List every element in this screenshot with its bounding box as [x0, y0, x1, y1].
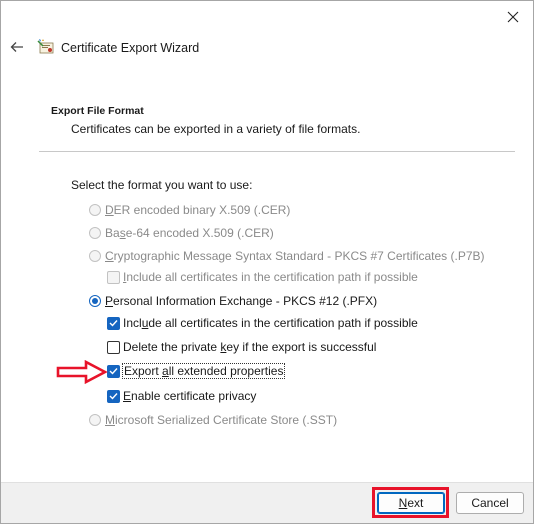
checkbox-pkcs7-include-label: Include all certificates in the certific…: [123, 270, 418, 284]
window-title: Certificate Export Wizard: [61, 41, 200, 55]
checkmark-icon: [109, 368, 118, 375]
radio-der[interactable]: DER encoded binary X.509 (.CER): [89, 203, 290, 217]
checkbox-export-extended-box[interactable]: [107, 364, 120, 378]
checkbox-pfx-include[interactable]: Include all certificates in the certific…: [107, 316, 418, 330]
checkmark-icon: [109, 393, 118, 400]
footer-bar: [1, 482, 533, 523]
radio-pkcs7-indicator[interactable]: [89, 250, 101, 262]
radio-base64-label: Base-64 encoded X.509 (.CER): [105, 226, 274, 240]
radio-base64-indicator[interactable]: [89, 227, 101, 239]
checkbox-privacy-box[interactable]: [107, 389, 120, 403]
radio-pfx-label: Personal Information Exchange - PKCS #12…: [105, 294, 378, 308]
next-button[interactable]: Next: [377, 492, 445, 514]
checkbox-delete-key-box[interactable]: [107, 340, 120, 354]
radio-base64[interactable]: Base-64 encoded X.509 (.CER): [89, 226, 274, 240]
checkmark-icon: [109, 320, 118, 327]
radio-pfx[interactable]: Personal Information Exchange - PKCS #12…: [89, 294, 377, 308]
checkbox-export-extended-label: Export all extended properties: [121, 363, 286, 379]
section-description: Certificates can be exported in a variet…: [71, 122, 361, 136]
checkbox-delete-key[interactable]: Delete the private key if the export is …: [107, 340, 376, 354]
close-icon: [507, 11, 519, 23]
back-button[interactable]: [7, 37, 27, 57]
checkbox-pfx-include-box[interactable]: [107, 316, 120, 330]
radio-sst-label: Microsoft Serialized Certificate Store (…: [105, 413, 338, 427]
radio-der-label: DER encoded binary X.509 (.CER): [105, 203, 291, 217]
radio-sst[interactable]: Microsoft Serialized Certificate Store (…: [89, 413, 337, 427]
radio-sst-indicator[interactable]: [89, 414, 101, 426]
header-divider: [39, 151, 515, 152]
radio-pkcs7[interactable]: Cryptographic Message Syntax Standard - …: [89, 249, 485, 263]
checkbox-pkcs7-include-box[interactable]: [107, 270, 120, 284]
checkbox-privacy[interactable]: Enable certificate privacy: [107, 389, 256, 403]
radio-der-indicator[interactable]: [89, 204, 101, 216]
back-arrow-icon: [10, 42, 23, 52]
checkbox-privacy-label: Enable certificate privacy: [123, 389, 257, 403]
wizard-window: Certificate Export Wizard Export File Fo…: [0, 0, 534, 524]
next-button-label: Next: [398, 496, 424, 510]
cancel-button[interactable]: Cancel: [456, 492, 524, 514]
radio-pkcs7-label: Cryptographic Message Syntax Standard - …: [105, 249, 485, 263]
checkbox-pfx-include-label: Include all certificates in the certific…: [123, 316, 418, 330]
checkbox-delete-key-label: Delete the private key if the export is …: [123, 340, 377, 354]
certificate-wizard-icon: [37, 39, 54, 54]
checkbox-pkcs7-include[interactable]: Include all certificates in the certific…: [107, 270, 418, 284]
red-arrow-annotation: [56, 360, 108, 384]
close-button[interactable]: [499, 5, 527, 29]
section-heading: Export File Format: [51, 105, 144, 117]
format-prompt: Select the format you want to use:: [71, 178, 253, 192]
checkbox-export-extended[interactable]: Export all extended properties: [107, 363, 286, 379]
radio-pfx-indicator[interactable]: [89, 295, 101, 307]
